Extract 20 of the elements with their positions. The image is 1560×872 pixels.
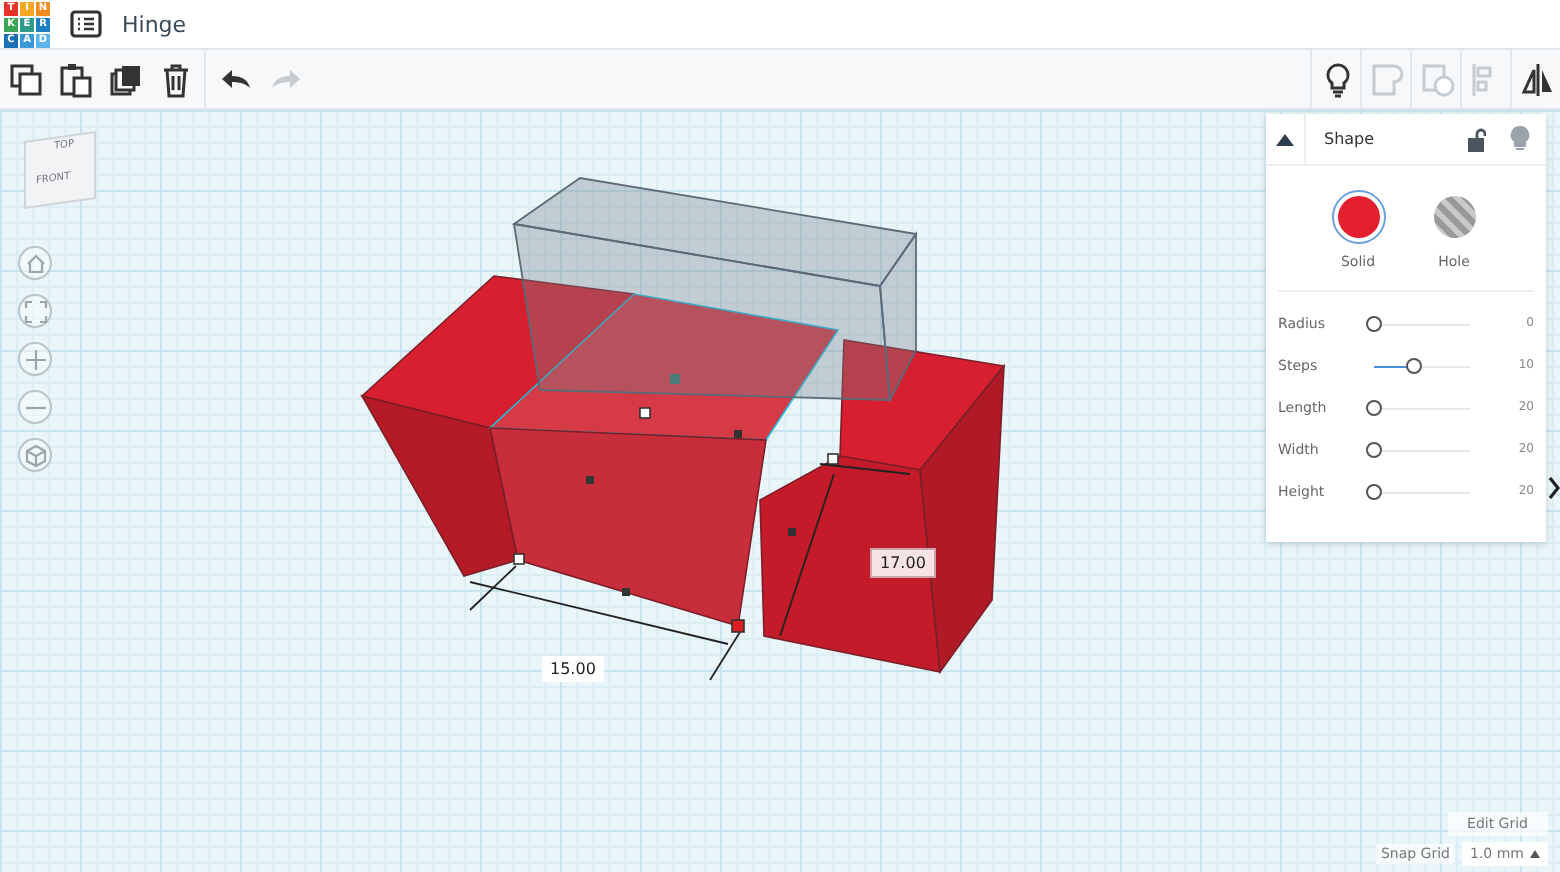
slider-thumb[interactable] <box>1366 441 1382 457</box>
chevron-right-icon[interactable] <box>1548 476 1560 500</box>
dimension-label[interactable]: 17.00 <box>870 548 936 578</box>
panel-title: Shape <box>1322 130 1377 148</box>
solid-swatch[interactable] <box>1331 190 1385 244</box>
parameter-slider[interactable] <box>1366 315 1470 331</box>
caret-icon <box>1530 850 1540 858</box>
slider-thumb[interactable] <box>1366 315 1382 331</box>
slider-thumb[interactable] <box>1405 357 1422 373</box>
collapse-button[interactable] <box>1266 114 1306 164</box>
padlock-icon[interactable] <box>1466 127 1486 151</box>
caret-icon <box>1276 133 1294 145</box>
slider-thumb[interactable] <box>1366 483 1382 499</box>
list-icon[interactable] <box>70 10 102 38</box>
parameter-slider[interactable] <box>1366 441 1470 457</box>
project-name[interactable]: Hinge <box>122 11 187 37</box>
parameter-slider[interactable] <box>1366 483 1470 499</box>
slider-thumb[interactable] <box>1366 399 1382 415</box>
parameter-slider[interactable] <box>1366 399 1470 415</box>
dimension-label[interactable]: 15.00 <box>542 656 604 682</box>
